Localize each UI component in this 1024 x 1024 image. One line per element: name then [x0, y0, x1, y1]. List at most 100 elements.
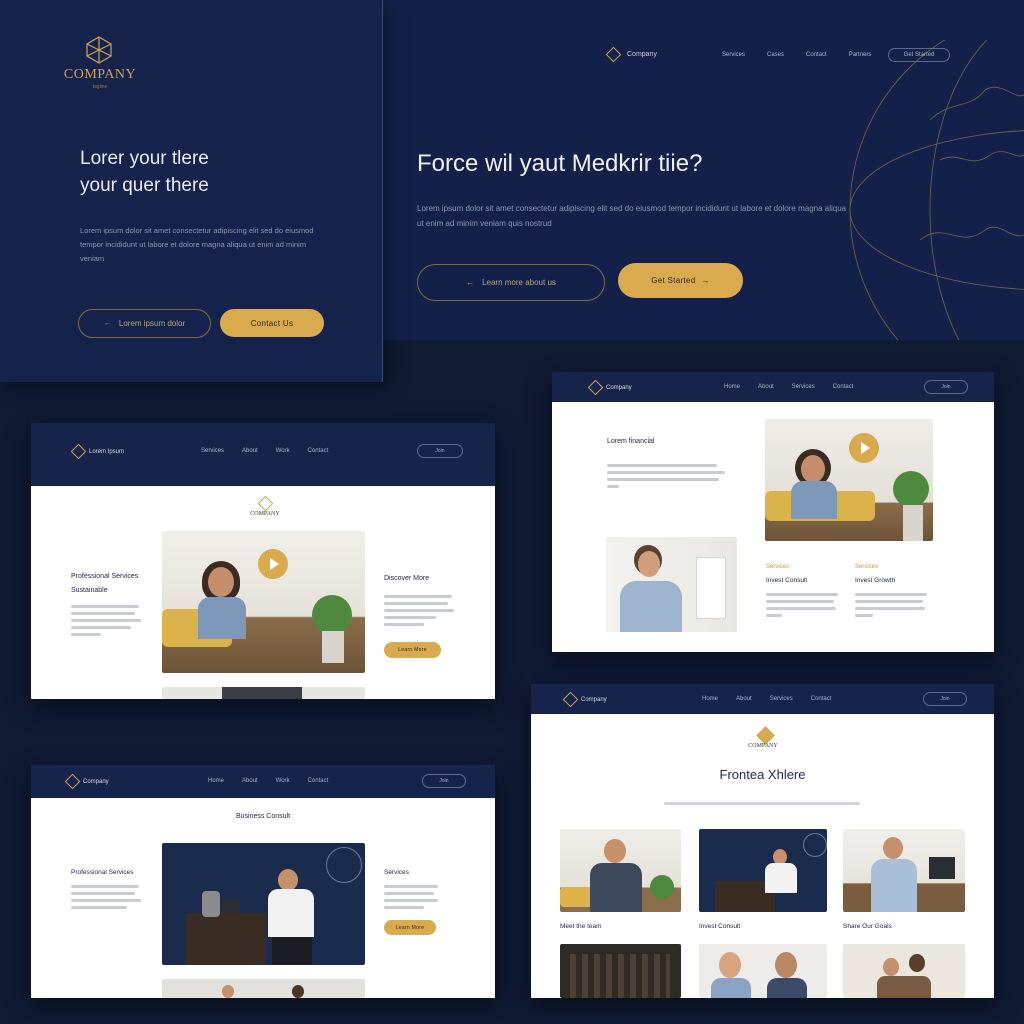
card-a-logo-name: COMPANY	[250, 511, 280, 517]
card-b-col1-text	[766, 593, 838, 617]
card-d-photo-2	[699, 829, 827, 912]
hero-left-heading-1: Lorer your tlere	[80, 148, 209, 169]
card-a-button[interactable]: Learn More	[384, 642, 441, 658]
hero-left-gold-button[interactable]: Contact Us	[220, 309, 324, 337]
hero-logo-sub: tagline	[92, 84, 108, 90]
hero-nav-button[interactable]: Get Started	[888, 48, 950, 62]
card-d-caption-1: Meet the team	[560, 923, 602, 930]
card-b-nav: Home About Services Contact	[724, 384, 853, 390]
brand-icon	[64, 773, 81, 790]
brand-icon	[562, 691, 579, 708]
play-icon[interactable]	[849, 433, 879, 463]
card-d-caption-3: Share Our Goals	[843, 923, 892, 930]
hero-right-ghost-button[interactable]: ← Learn more about us	[417, 264, 605, 301]
card-a-nav-button[interactable]: Join	[417, 444, 463, 458]
nav-link[interactable]: Contact	[833, 384, 854, 390]
card-b-nav-button[interactable]: Join	[924, 380, 968, 394]
company-logo-icon	[257, 495, 274, 512]
card-d-photo-4	[560, 944, 681, 998]
card-a-left-title-1: Professional Services	[71, 573, 139, 580]
arrow-icon: ←	[103, 320, 111, 327]
hero-nav-brand[interactable]: Company	[605, 46, 657, 63]
card-c-title: Business Consult	[235, 813, 291, 820]
card-b-brand[interactable]: Company	[587, 379, 632, 396]
arrow-icon: ←	[466, 278, 475, 287]
card-b-photo-man	[606, 537, 737, 632]
nav-link[interactable]: Services	[201, 448, 224, 454]
card-d-photo-6	[843, 944, 965, 998]
nav-link[interactable]: Work	[276, 778, 290, 784]
hero-right-heading: Force wil yaut Medkrir tiie?	[417, 150, 703, 177]
card-c-right-title: Services	[384, 869, 409, 876]
nav-link-cases[interactable]: Cases	[767, 52, 784, 58]
card-a-brand[interactable]: Lorem Ipsum	[70, 443, 125, 460]
nav-link[interactable]: About	[736, 696, 752, 702]
card-d-subtitle-line	[664, 802, 860, 805]
globe-graphic	[849, 40, 1024, 340]
hero-nav: Services Cases Contact Partners	[722, 52, 871, 58]
nav-link[interactable]: Home	[702, 696, 718, 702]
card-d-photo-1	[560, 829, 681, 912]
hero-nav-brand-label: Company	[627, 51, 657, 58]
card-c-nav-button[interactable]: Join	[422, 774, 466, 788]
hero-right-gold-button[interactable]: Get Started →	[618, 263, 743, 298]
card-d-brand-label: Company	[581, 696, 607, 703]
card-c-button[interactable]: Learn More	[384, 920, 436, 935]
card-c-brand[interactable]: Company	[64, 773, 109, 790]
card-d-caption-2: Invest Consult	[699, 923, 741, 930]
card-c-photo-partial	[162, 979, 365, 998]
card-a-nav: Services About Work Contact	[201, 448, 328, 454]
nav-link[interactable]: Contact	[308, 778, 329, 784]
nav-link[interactable]: Work	[276, 448, 290, 454]
mockup-card-d: Company Home About Services Contact Join…	[531, 684, 994, 998]
play-icon[interactable]	[258, 549, 288, 579]
nav-link[interactable]: Services	[770, 696, 793, 702]
card-d-brand[interactable]: Company	[562, 691, 607, 708]
card-d-logo-name: COMPANY	[748, 743, 778, 749]
card-b-col2-title: Invest Growth	[855, 577, 896, 584]
hero-logo-name: COMPANY	[63, 67, 137, 82]
card-b-text	[607, 464, 725, 488]
nav-link[interactable]: Services	[792, 384, 815, 390]
card-b-photo-woman	[765, 419, 933, 541]
card-c-photo-man-desk	[162, 843, 365, 965]
nav-link[interactable]: Home	[724, 384, 740, 390]
card-d-photo-3	[843, 829, 965, 912]
nav-link[interactable]: About	[242, 448, 258, 454]
card-b-col1-title: Invest Consult	[766, 577, 808, 584]
card-d-nav-button[interactable]: Join	[923, 692, 967, 706]
nav-link-contact[interactable]: Contact	[806, 52, 827, 58]
mockup-card-c: Company Home About Work Contact Join Bus…	[31, 765, 495, 998]
card-b-title: Lorem financial	[607, 438, 655, 445]
badge-icon	[326, 847, 362, 883]
nav-link[interactable]: Home	[208, 778, 224, 784]
card-c-left-text	[71, 885, 141, 909]
nav-link-partners[interactable]: Partners	[849, 52, 872, 58]
hero-left-ghost-button[interactable]: ← Lorem ipsum dolor	[78, 309, 211, 338]
badge-icon	[803, 833, 827, 857]
card-a-right-title: Discover More	[384, 575, 430, 582]
card-a-photo-woman	[162, 531, 365, 673]
card-d-nav: Home About Services Contact	[702, 696, 831, 702]
company-logo-icon	[86, 36, 112, 64]
nav-link[interactable]: About	[758, 384, 774, 390]
card-b-col2-label: Services	[855, 564, 879, 570]
brand-icon	[587, 379, 604, 396]
card-a-left-title-2: Sustainable	[71, 587, 108, 594]
hero-left-body: Lorem ipsum dolor sit amet consectetur a…	[80, 226, 314, 263]
card-a-brand-label: Lorem Ipsum	[89, 448, 125, 455]
hero-left-heading-2: your quer there	[80, 175, 209, 196]
brand-icon	[70, 443, 87, 460]
card-c-left-title: Professional Services	[71, 869, 134, 876]
nav-link[interactable]: Contact	[811, 696, 832, 702]
card-c-right-text	[384, 885, 438, 909]
nav-link[interactable]: Contact	[308, 448, 329, 454]
card-c-nav: Home About Work Contact	[208, 778, 328, 784]
card-b-col2-text	[855, 593, 927, 617]
nav-link-services[interactable]: Services	[722, 52, 745, 58]
hero-right-gold-label: Get Started	[651, 276, 696, 285]
card-d-photo-5	[699, 944, 827, 998]
nav-link[interactable]: About	[242, 778, 258, 784]
card-d-title: Frontea Xhlere	[719, 767, 806, 782]
company-logo-icon	[756, 726, 775, 745]
